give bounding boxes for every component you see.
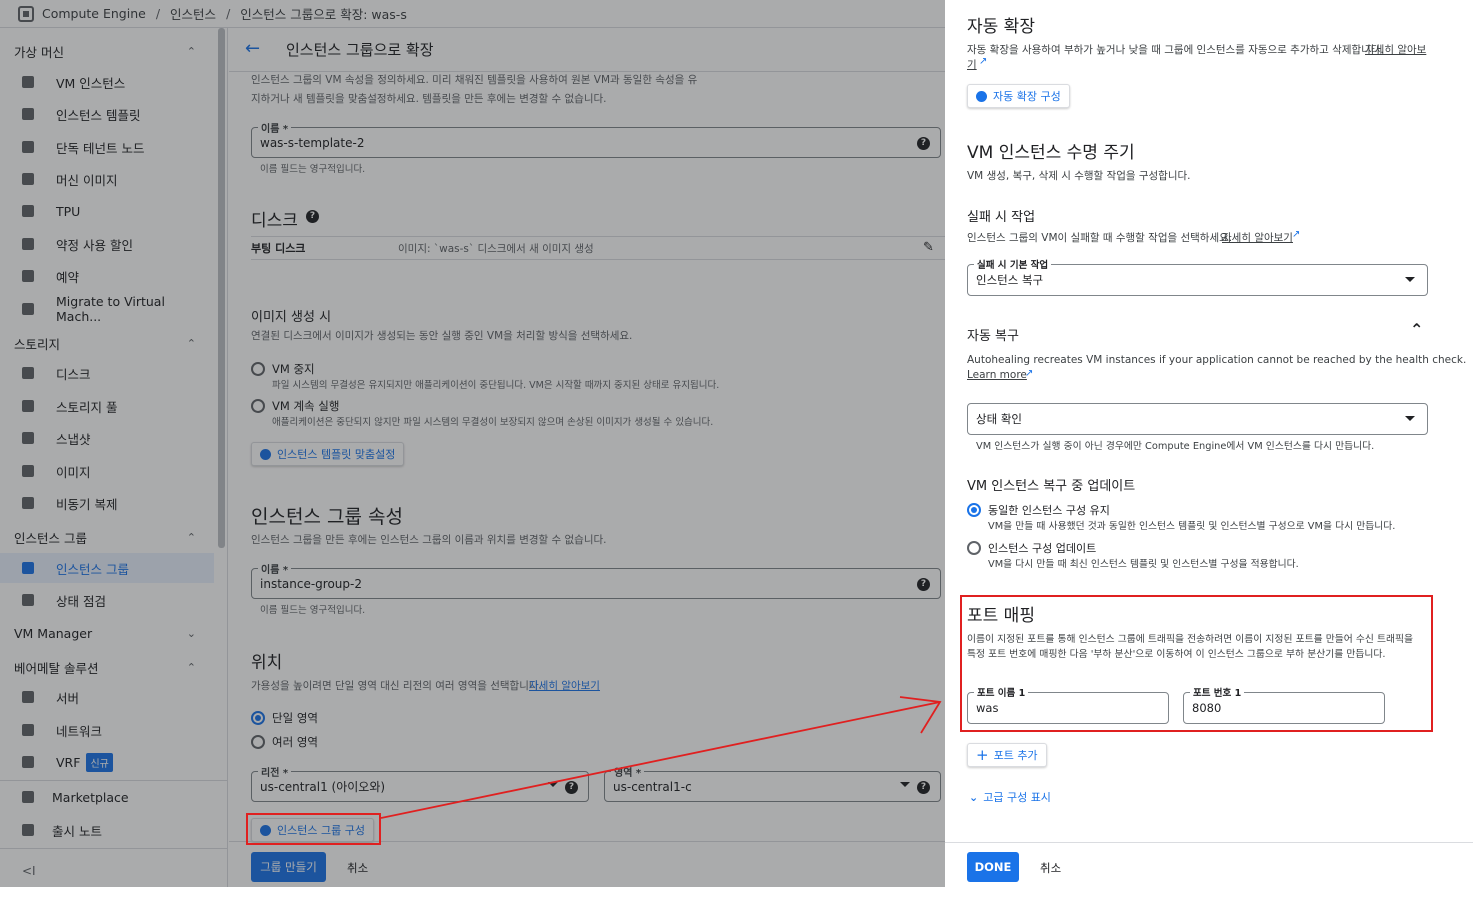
- arrow-line: [380, 701, 941, 819]
- annotation-arrow: [380, 696, 942, 819]
